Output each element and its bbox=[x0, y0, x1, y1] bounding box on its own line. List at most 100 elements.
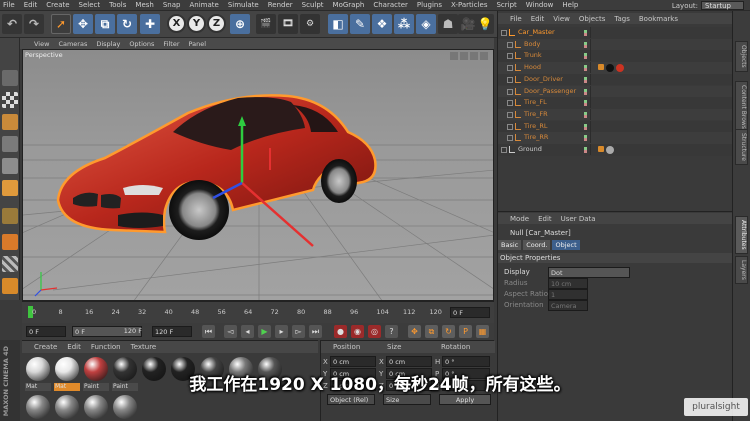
scale-tool-icon[interactable]: ⧉ bbox=[95, 14, 115, 34]
pan-icon[interactable] bbox=[450, 52, 458, 60]
object-name[interactable]: Tire_FL bbox=[524, 97, 547, 108]
prev-key-icon[interactable]: ◅ bbox=[224, 325, 237, 338]
end-frame-field[interactable]: 120 F bbox=[152, 326, 192, 337]
model-mode-icon[interactable] bbox=[2, 114, 18, 130]
material-label[interactable]: Mat bbox=[54, 383, 80, 391]
material-label[interactable]: Mat bbox=[25, 383, 51, 391]
object-name[interactable]: Door_Driver bbox=[524, 74, 563, 85]
dock-tab-objects[interactable]: Objects bbox=[735, 41, 748, 72]
go-to-start-icon[interactable]: ⏮ bbox=[202, 325, 215, 338]
object-row-ground[interactable]: Ground bbox=[498, 144, 733, 156]
object-row-tire-fl[interactable]: Tire_FL bbox=[498, 97, 733, 109]
object-row-car-master[interactable]: Car_Master bbox=[498, 27, 733, 39]
object-name[interactable]: Ground bbox=[518, 144, 542, 155]
subdivision-icon[interactable]: ❖ bbox=[372, 14, 392, 34]
object-menu-edit[interactable]: Edit bbox=[531, 15, 545, 23]
next-frame-icon[interactable]: ▸ bbox=[275, 325, 288, 338]
render-picture-viewer-icon[interactable]: 🎞 bbox=[278, 14, 298, 34]
expand-toggle-icon[interactable] bbox=[507, 123, 513, 130]
maximize-icon[interactable] bbox=[480, 52, 488, 60]
material-tag-grey-icon[interactable] bbox=[606, 146, 614, 154]
render-view-icon[interactable]: 🎬 bbox=[256, 14, 276, 34]
expand-toggle-icon[interactable] bbox=[507, 53, 513, 60]
object-menu-view[interactable]: View bbox=[553, 15, 570, 23]
menu-item-file[interactable]: File bbox=[3, 1, 15, 9]
menu-item-render[interactable]: Render bbox=[268, 1, 293, 9]
visibility-dots-icon[interactable] bbox=[584, 135, 587, 142]
visibility-dots-icon[interactable] bbox=[584, 30, 587, 36]
coord-position-x[interactable]: 0 cm bbox=[330, 356, 376, 367]
viewport-menu-options[interactable]: Options bbox=[129, 40, 154, 48]
viewport-menu-cameras[interactable]: Cameras bbox=[58, 40, 87, 48]
menu-item-simulate[interactable]: Simulate bbox=[228, 1, 259, 9]
object-row-trunk[interactable]: Trunk bbox=[498, 50, 733, 62]
tag-icon[interactable] bbox=[598, 146, 604, 152]
menu-item-character[interactable]: Character bbox=[373, 1, 408, 9]
object-name[interactable]: Hood bbox=[524, 62, 541, 73]
tag-icon[interactable] bbox=[598, 64, 604, 70]
key-rotation-icon[interactable]: ↻ bbox=[442, 325, 455, 338]
key-pla-icon[interactable]: ▦ bbox=[476, 325, 489, 338]
object-menu-tags[interactable]: Tags bbox=[614, 15, 630, 23]
coordinate-system-icon[interactable]: ⊕ bbox=[230, 14, 250, 34]
menu-item-plugins[interactable]: Plugins bbox=[417, 1, 442, 9]
expand-toggle-icon[interactable] bbox=[507, 41, 513, 48]
deformer-icon[interactable]: ◈ bbox=[416, 14, 436, 34]
workplane-icon[interactable] bbox=[2, 256, 18, 272]
menu-item-help[interactable]: Help bbox=[562, 1, 578, 9]
object-row-tire-fr[interactable]: Tire_FR bbox=[498, 108, 733, 121]
dock-tab-attributes[interactable]: Attributes bbox=[735, 216, 748, 254]
layout-dropdown[interactable]: Startup bbox=[701, 1, 744, 10]
render-settings-icon[interactable]: ⚙ bbox=[300, 14, 320, 34]
menu-item-snap[interactable]: Snap bbox=[163, 1, 181, 9]
expand-toggle-icon[interactable] bbox=[507, 76, 513, 83]
object-name[interactable]: Tire_RR bbox=[524, 132, 548, 143]
expand-toggle-icon[interactable] bbox=[501, 30, 507, 36]
pen-spline-icon[interactable]: ✎ bbox=[350, 14, 370, 34]
x-axis-lock-button[interactable]: X bbox=[167, 14, 186, 33]
expand-toggle-icon[interactable] bbox=[507, 100, 513, 107]
play-icon[interactable]: ▶ bbox=[258, 325, 271, 338]
attr-menu-user-data[interactable]: User Data bbox=[561, 215, 596, 223]
object-menu-objects[interactable]: Objects bbox=[579, 15, 605, 23]
expand-toggle-icon[interactable] bbox=[507, 88, 513, 95]
key-position-icon[interactable]: ✥ bbox=[408, 325, 421, 338]
visibility-dots-icon[interactable] bbox=[584, 111, 587, 118]
object-name[interactable]: Car_Master bbox=[518, 27, 555, 38]
menu-item-create[interactable]: Create bbox=[46, 1, 69, 9]
expand-toggle-icon[interactable] bbox=[501, 147, 507, 153]
object-row-tire-rl[interactable]: Tire_RL bbox=[498, 120, 733, 133]
menu-item-tools[interactable]: Tools bbox=[109, 1, 126, 9]
material-swatch[interactable] bbox=[55, 395, 79, 419]
current-frame-field[interactable]: 0 F bbox=[450, 307, 490, 318]
material-menu-create[interactable]: Create bbox=[34, 343, 57, 351]
start-frame-field[interactable]: 0 F bbox=[26, 326, 66, 337]
go-to-end-icon[interactable]: ⏭ bbox=[309, 325, 322, 338]
visibility-dots-icon[interactable] bbox=[584, 41, 587, 48]
autokey-icon[interactable]: ◉ bbox=[351, 325, 364, 338]
material-swatch[interactable] bbox=[26, 357, 50, 381]
axis-mode-icon[interactable] bbox=[2, 208, 18, 224]
visibility-dots-icon[interactable] bbox=[584, 65, 587, 72]
expand-toggle-icon[interactable] bbox=[507, 111, 513, 118]
array-icon[interactable]: ⁂ bbox=[394, 14, 414, 34]
coord-rotation-h[interactable]: 0 ° bbox=[442, 356, 490, 367]
viewport-menu-display[interactable]: Display bbox=[96, 40, 120, 48]
dock-tab-layers[interactable]: Layers bbox=[735, 256, 748, 284]
attr-menu-mode[interactable]: Mode bbox=[510, 215, 529, 223]
prev-frame-icon[interactable]: ◂ bbox=[241, 325, 254, 338]
menu-item-window[interactable]: Window bbox=[526, 1, 554, 9]
object-row-body[interactable]: Body bbox=[498, 38, 733, 51]
material-tag-black-icon[interactable] bbox=[606, 64, 614, 72]
viewport-perspective[interactable]: Perspective bbox=[22, 49, 494, 301]
object-name[interactable]: Body bbox=[524, 39, 540, 50]
attr-tab-basic[interactable]: Basic bbox=[498, 240, 522, 250]
menu-item-script[interactable]: Script bbox=[496, 1, 516, 9]
undo-icon[interactable]: ↶ bbox=[2, 14, 22, 34]
expand-toggle-icon[interactable] bbox=[507, 135, 513, 142]
dock-tab-structure[interactable]: Structure bbox=[735, 129, 748, 165]
attr-menu-edit[interactable]: Edit bbox=[538, 215, 552, 223]
visibility-dots-icon[interactable] bbox=[584, 76, 587, 83]
material-swatch[interactable] bbox=[84, 395, 108, 419]
menu-item-mograph[interactable]: MoGraph bbox=[333, 1, 365, 9]
